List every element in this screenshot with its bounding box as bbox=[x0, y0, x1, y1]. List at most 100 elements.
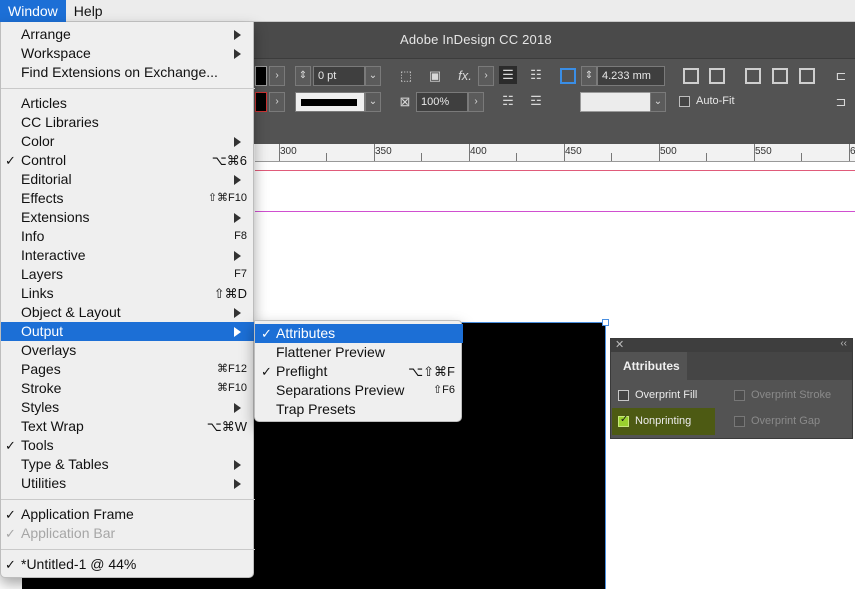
menu-item-stroke[interactable]: Stroke ⌘F10 bbox=[1, 379, 255, 398]
menu-item-interactive[interactable]: Interactive bbox=[1, 246, 255, 265]
ruler-label: 400 bbox=[470, 146, 487, 157]
align-bottom-icon[interactable]: ☲ bbox=[527, 92, 545, 110]
overprint-gap-box[interactable] bbox=[734, 415, 745, 427]
tab-attributes[interactable]: Attributes bbox=[611, 352, 687, 380]
menu-item-application-frame[interactable]: ✓ Application Frame bbox=[1, 505, 255, 524]
menu-item-extensions[interactable]: Extensions bbox=[1, 208, 255, 227]
opacity-arrow-button[interactable]: › bbox=[468, 92, 484, 112]
align-left-edges-icon[interactable]: ⊏ bbox=[832, 67, 850, 85]
submenu-item-attributes[interactable]: ✓ Attributes bbox=[255, 324, 463, 343]
overprint-gap-checkbox[interactable]: Overprint Gap bbox=[734, 415, 820, 427]
fill-arrow-button[interactable]: › bbox=[269, 66, 285, 86]
menu-item-text-wrap[interactable]: Text Wrap ⌥⌘W bbox=[1, 417, 255, 436]
menu-item-check: ✓ bbox=[5, 526, 16, 541]
center-content-icon[interactable] bbox=[745, 68, 761, 84]
reference-point-icon[interactable] bbox=[560, 68, 576, 84]
menu-item-check: ✓ bbox=[5, 153, 16, 168]
collapse-icon[interactable]: ‹‹ bbox=[840, 338, 847, 349]
overprint-stroke-box[interactable] bbox=[734, 389, 745, 401]
fill-swatch[interactable] bbox=[255, 66, 267, 86]
fx-arrow-button[interactable]: › bbox=[478, 66, 494, 86]
menu-item-articles[interactable]: Articles bbox=[1, 94, 255, 113]
menu-item-document-untitled[interactable]: ✓ *Untitled-1 @ 44% bbox=[1, 555, 255, 574]
ruler-tick bbox=[374, 144, 375, 161]
submenu-arrow-icon bbox=[234, 30, 241, 40]
align-center-icon[interactable]: ☷ bbox=[527, 66, 545, 84]
overprint-stroke-checkbox[interactable]: Overprint Stroke bbox=[734, 389, 831, 401]
frame-selection-handle[interactable] bbox=[602, 319, 609, 326]
overprint-fill-checkbox[interactable]: Overprint Fill bbox=[618, 389, 697, 401]
menu-item-overlays[interactable]: Overlays bbox=[1, 341, 255, 360]
ref-value-stepper[interactable]: ⇕ bbox=[581, 66, 597, 86]
menu-window[interactable]: Window bbox=[0, 0, 66, 22]
stroke-weight-stepper[interactable]: ⇕ bbox=[295, 66, 311, 86]
menu-item-control[interactable]: ✓ Control ⌥⌘6 bbox=[1, 151, 255, 170]
distribute-icon[interactable]: ☵ bbox=[499, 92, 517, 110]
menu-item-layers[interactable]: Layers F7 bbox=[1, 265, 255, 284]
overprint-fill-box[interactable] bbox=[618, 389, 629, 401]
nonprinting-checkbox[interactable]: Nonprinting bbox=[618, 414, 691, 427]
menu-item-pages[interactable]: Pages ⌘F12 bbox=[1, 360, 255, 379]
menu-item-output[interactable]: Output bbox=[1, 322, 255, 341]
submenu-item-shortcut: ⌥⇧⌘F bbox=[408, 364, 455, 379]
fx-icon[interactable]: fx. bbox=[456, 67, 474, 85]
menu-item-find-extensions[interactable]: Find Extensions on Exchange... bbox=[1, 63, 255, 82]
nonprinting-box[interactable] bbox=[618, 414, 629, 427]
menu-item-label: Pages bbox=[21, 361, 61, 377]
menu-item-label: Tools bbox=[21, 437, 54, 453]
app-title: Adobe InDesign CC 2018 bbox=[400, 32, 552, 47]
menu-item-cc-libraries[interactable]: CC Libraries bbox=[1, 113, 255, 132]
stroke-type-dropdown[interactable]: ⌄ bbox=[365, 92, 381, 112]
menu-item-editorial[interactable]: Editorial bbox=[1, 170, 255, 189]
close-icon[interactable]: ✕ bbox=[615, 338, 624, 351]
fit-frame-content-icon[interactable] bbox=[709, 68, 725, 84]
ruler-tick bbox=[849, 144, 850, 161]
align-top-icon[interactable]: ☰ bbox=[499, 66, 517, 84]
menu-item-label: Type & Tables bbox=[21, 456, 109, 472]
object-style-swatch[interactable] bbox=[580, 92, 660, 112]
submenu-item-label: Trap Presets bbox=[276, 401, 356, 417]
menu-item-info[interactable]: Info F8 bbox=[1, 227, 255, 246]
stroke-weight-input[interactable]: 0 pt bbox=[313, 66, 365, 86]
fill-frame-icon[interactable] bbox=[772, 68, 788, 84]
autofit-box[interactable] bbox=[679, 95, 690, 107]
frame-icon[interactable]: ⬚ bbox=[397, 67, 415, 85]
menu-item-color[interactable]: Color bbox=[1, 132, 255, 151]
stroke-type-select[interactable] bbox=[295, 92, 365, 112]
menu-item-effects[interactable]: Effects ⇧⌘F10 bbox=[1, 189, 255, 208]
submenu-item-separations-preview[interactable]: Separations Preview ⇧F6 bbox=[255, 381, 463, 400]
ref-value-input[interactable]: 4.233 mm bbox=[597, 66, 665, 86]
autofit-label: Auto-Fit bbox=[696, 95, 735, 107]
submenu-item-flattener-preview[interactable]: Flattener Preview bbox=[255, 343, 463, 362]
stroke-arrow-button[interactable]: › bbox=[269, 92, 285, 112]
submenu-arrow-icon bbox=[234, 308, 241, 318]
menu-item-label: Find Extensions on Exchange... bbox=[21, 64, 218, 80]
stroke-swatch[interactable] bbox=[255, 92, 267, 112]
autofit-checkbox[interactable]: Auto-Fit bbox=[679, 95, 735, 107]
menu-item-arrange[interactable]: Arrange bbox=[1, 25, 255, 44]
ruler-label: 300 bbox=[280, 146, 297, 157]
drop-shadow-icon[interactable]: ▣ bbox=[426, 67, 444, 85]
submenu-item-preflight[interactable]: ✓ Preflight ⌥⇧⌘F bbox=[255, 362, 463, 381]
menu-item-utilities[interactable]: Utilities bbox=[1, 474, 255, 493]
submenu-item-trap-presets[interactable]: Trap Presets bbox=[255, 400, 463, 419]
fit-proportional-icon[interactable] bbox=[799, 68, 815, 84]
menu-item-object-layout[interactable]: Object & Layout bbox=[1, 303, 255, 322]
menu-item-tools[interactable]: ✓ Tools bbox=[1, 436, 255, 455]
menu-item-shortcut: ⇧⌘F10 bbox=[207, 192, 247, 204]
menu-help[interactable]: Help bbox=[66, 0, 111, 22]
ruler-tick bbox=[516, 153, 517, 161]
menu-item-workspace[interactable]: Workspace bbox=[1, 44, 255, 63]
menu-item-label: Extensions bbox=[21, 209, 90, 225]
menu-item-styles[interactable]: Styles bbox=[1, 398, 255, 417]
align-right-edges-icon[interactable]: ⊐ bbox=[832, 93, 850, 111]
menu-item-links[interactable]: Links ⇧⌘D bbox=[1, 284, 255, 303]
menu-item-label: Color bbox=[21, 133, 55, 149]
fit-content-frame-icon[interactable] bbox=[683, 68, 699, 84]
stroke-weight-dropdown[interactable]: ⌄ bbox=[365, 66, 381, 86]
opacity-input[interactable]: 100% bbox=[416, 92, 468, 112]
menu-item-type-tables[interactable]: Type & Tables bbox=[1, 455, 255, 474]
object-style-dropdown[interactable]: ⌄ bbox=[650, 92, 666, 112]
menu-item-label: Links bbox=[21, 285, 54, 301]
bleed-guide bbox=[255, 170, 855, 171]
